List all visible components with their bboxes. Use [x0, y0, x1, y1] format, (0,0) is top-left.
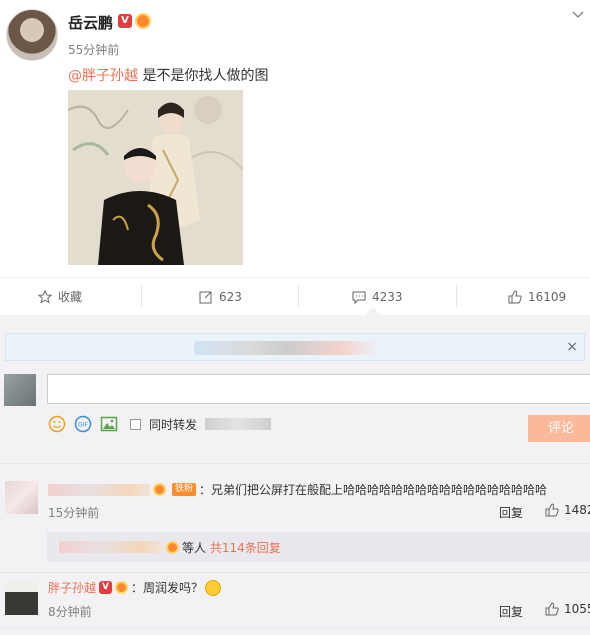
comment-line: 胖子孙越 V ：周润发吗？: [48, 579, 222, 596]
commenter-name[interactable]: 胖子孙越: [48, 579, 96, 596]
image-icon[interactable]: [100, 415, 118, 433]
commenter-name-redacted[interactable]: [48, 483, 150, 496]
post-image[interactable]: [68, 90, 243, 265]
emoji-icon[interactable]: [48, 415, 66, 433]
weibo-post-page: 岳云鹏 V 55分钟前 @胖子孙越 是不是你找人做的图 收藏 623 4233 …: [0, 0, 590, 635]
comment-input[interactable]: [47, 374, 590, 404]
verified-badge-icon: V: [118, 14, 132, 28]
repost-button[interactable]: 623: [199, 278, 242, 316]
notice-text-redacted: [194, 341, 379, 355]
thumbs-up-icon: [508, 290, 522, 304]
action-divider: [298, 285, 299, 307]
post-body: 是不是你找人做的图: [138, 68, 269, 84]
reply-button[interactable]: 回复: [499, 504, 523, 521]
redacted-text: [205, 418, 272, 430]
like-count: 16109: [528, 290, 567, 304]
reply-button[interactable]: 回复: [499, 603, 523, 620]
comment-like-count: 1055: [564, 602, 590, 616]
commenter-avatar[interactable]: [5, 582, 38, 615]
thumbs-up-icon: [545, 503, 559, 517]
post-image-art: [68, 90, 243, 265]
divider: [0, 463, 590, 464]
comment-icon: [352, 291, 366, 304]
thumbs-up-icon: [545, 602, 559, 616]
medal-icon: [153, 483, 166, 496]
gif-icon[interactable]: GIF: [74, 415, 92, 433]
divider: [0, 627, 590, 628]
my-avatar: [4, 374, 36, 406]
close-icon[interactable]: ×: [566, 339, 578, 355]
repost-checkbox[interactable]: [130, 418, 141, 430]
author-avatar[interactable]: [6, 9, 58, 61]
post-text: @胖子孙越 是不是你找人做的图: [68, 65, 268, 85]
favorite-button[interactable]: 收藏: [38, 278, 82, 316]
shocked-emoji-icon: [205, 579, 222, 596]
action-divider: [141, 285, 142, 307]
comment-text: ：周润发吗？: [131, 581, 204, 595]
favorite-label: 收藏: [58, 290, 83, 304]
divider: [0, 572, 590, 573]
composer-tools: GIF 同时转发: [48, 413, 272, 435]
repost-label: 同时转发: [149, 417, 198, 432]
post-time[interactable]: 55分钟前: [68, 41, 119, 58]
fan-badge: 铁粉: [172, 483, 197, 496]
medal-icon: [135, 13, 151, 29]
svg-text:GIF: GIF: [78, 422, 88, 429]
sub-reply-count-link[interactable]: 共114条回复: [210, 539, 281, 556]
comment-like-button[interactable]: 1055: [545, 602, 590, 616]
verified-badge-icon: V: [99, 581, 113, 594]
action-bar: 收藏 623 4233 16109: [0, 277, 590, 315]
medal-icon: [115, 581, 129, 594]
notice-bar: ×: [5, 333, 585, 361]
sub-replies[interactable]: 等人 共114条回复: [47, 532, 590, 562]
comment-like-count: 1482: [564, 503, 590, 517]
star-icon: [38, 290, 52, 304]
chevron-down-icon[interactable]: [572, 8, 584, 20]
repost-icon: [199, 291, 212, 304]
commenter-avatar[interactable]: [5, 481, 38, 514]
mention-link[interactable]: @胖子孙越: [68, 68, 138, 84]
action-divider: [456, 285, 457, 307]
sub-reply-name-redacted: [59, 541, 163, 553]
author-name[interactable]: 岳云鹏: [68, 12, 113, 33]
comment-time: 15分钟前: [48, 506, 100, 520]
comment-like-button[interactable]: 1482: [545, 503, 590, 517]
medal-icon: [166, 540, 179, 554]
submit-comment-button[interactable]: 评论: [528, 415, 590, 442]
comment-text: ：兄弟们把公屏打在般配上哈哈哈哈哈哈哈哈哈哈哈哈哈哈哈哈哈: [199, 483, 548, 497]
comment-line: 铁粉 ：兄弟们把公屏打在般配上哈哈哈哈哈哈哈哈哈哈哈哈哈哈哈哈哈: [48, 481, 547, 498]
repost-count: 623: [219, 290, 242, 304]
sub-reply-text: 等人: [182, 540, 207, 555]
like-button[interactable]: 16109: [508, 278, 566, 316]
comment-time: 8分钟前: [48, 605, 92, 619]
